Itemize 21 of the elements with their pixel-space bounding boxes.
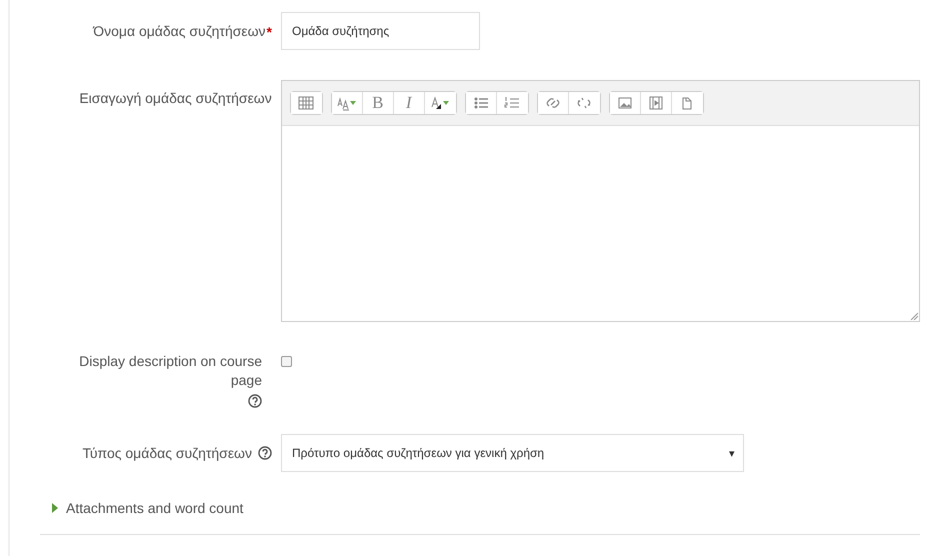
text-editor[interactable]: B I — [280, 80, 920, 322]
film-icon — [646, 94, 665, 112]
field-label: Τύπος ομάδας συζητήσεων — [82, 444, 252, 462]
expand-triangle-icon[interactable] — [52, 503, 58, 513]
name-field[interactable]: Ομάδα συζήτησης — [281, 12, 480, 50]
resize-grip-icon[interactable] — [910, 312, 918, 320]
toolbar-button[interactable] — [332, 92, 363, 114]
section-link[interactable]: Attachments and word count — [66, 500, 244, 516]
toolbar-button[interactable] — [466, 92, 497, 114]
toolbar-button[interactable] — [610, 92, 641, 114]
checkbox[interactable] — [281, 356, 292, 367]
field-label: Display description on course page — [78, 352, 262, 390]
help-icon[interactable] — [248, 394, 262, 408]
field-label: Όνομα ομάδας συζητήσεων — [93, 22, 266, 41]
toolbar-button[interactable] — [538, 92, 569, 114]
help-icon[interactable] — [258, 446, 272, 460]
required-mark: * — [266, 24, 272, 40]
type-dropdown[interactable]: Πρότυπο ομάδας συζητήσεων για γενική χρήση ▾ — [281, 434, 744, 472]
text-color-icon — [429, 94, 452, 112]
table-icon — [297, 94, 316, 112]
field-label: Εισαγωγή ομάδας συζητήσεων — [79, 89, 272, 108]
